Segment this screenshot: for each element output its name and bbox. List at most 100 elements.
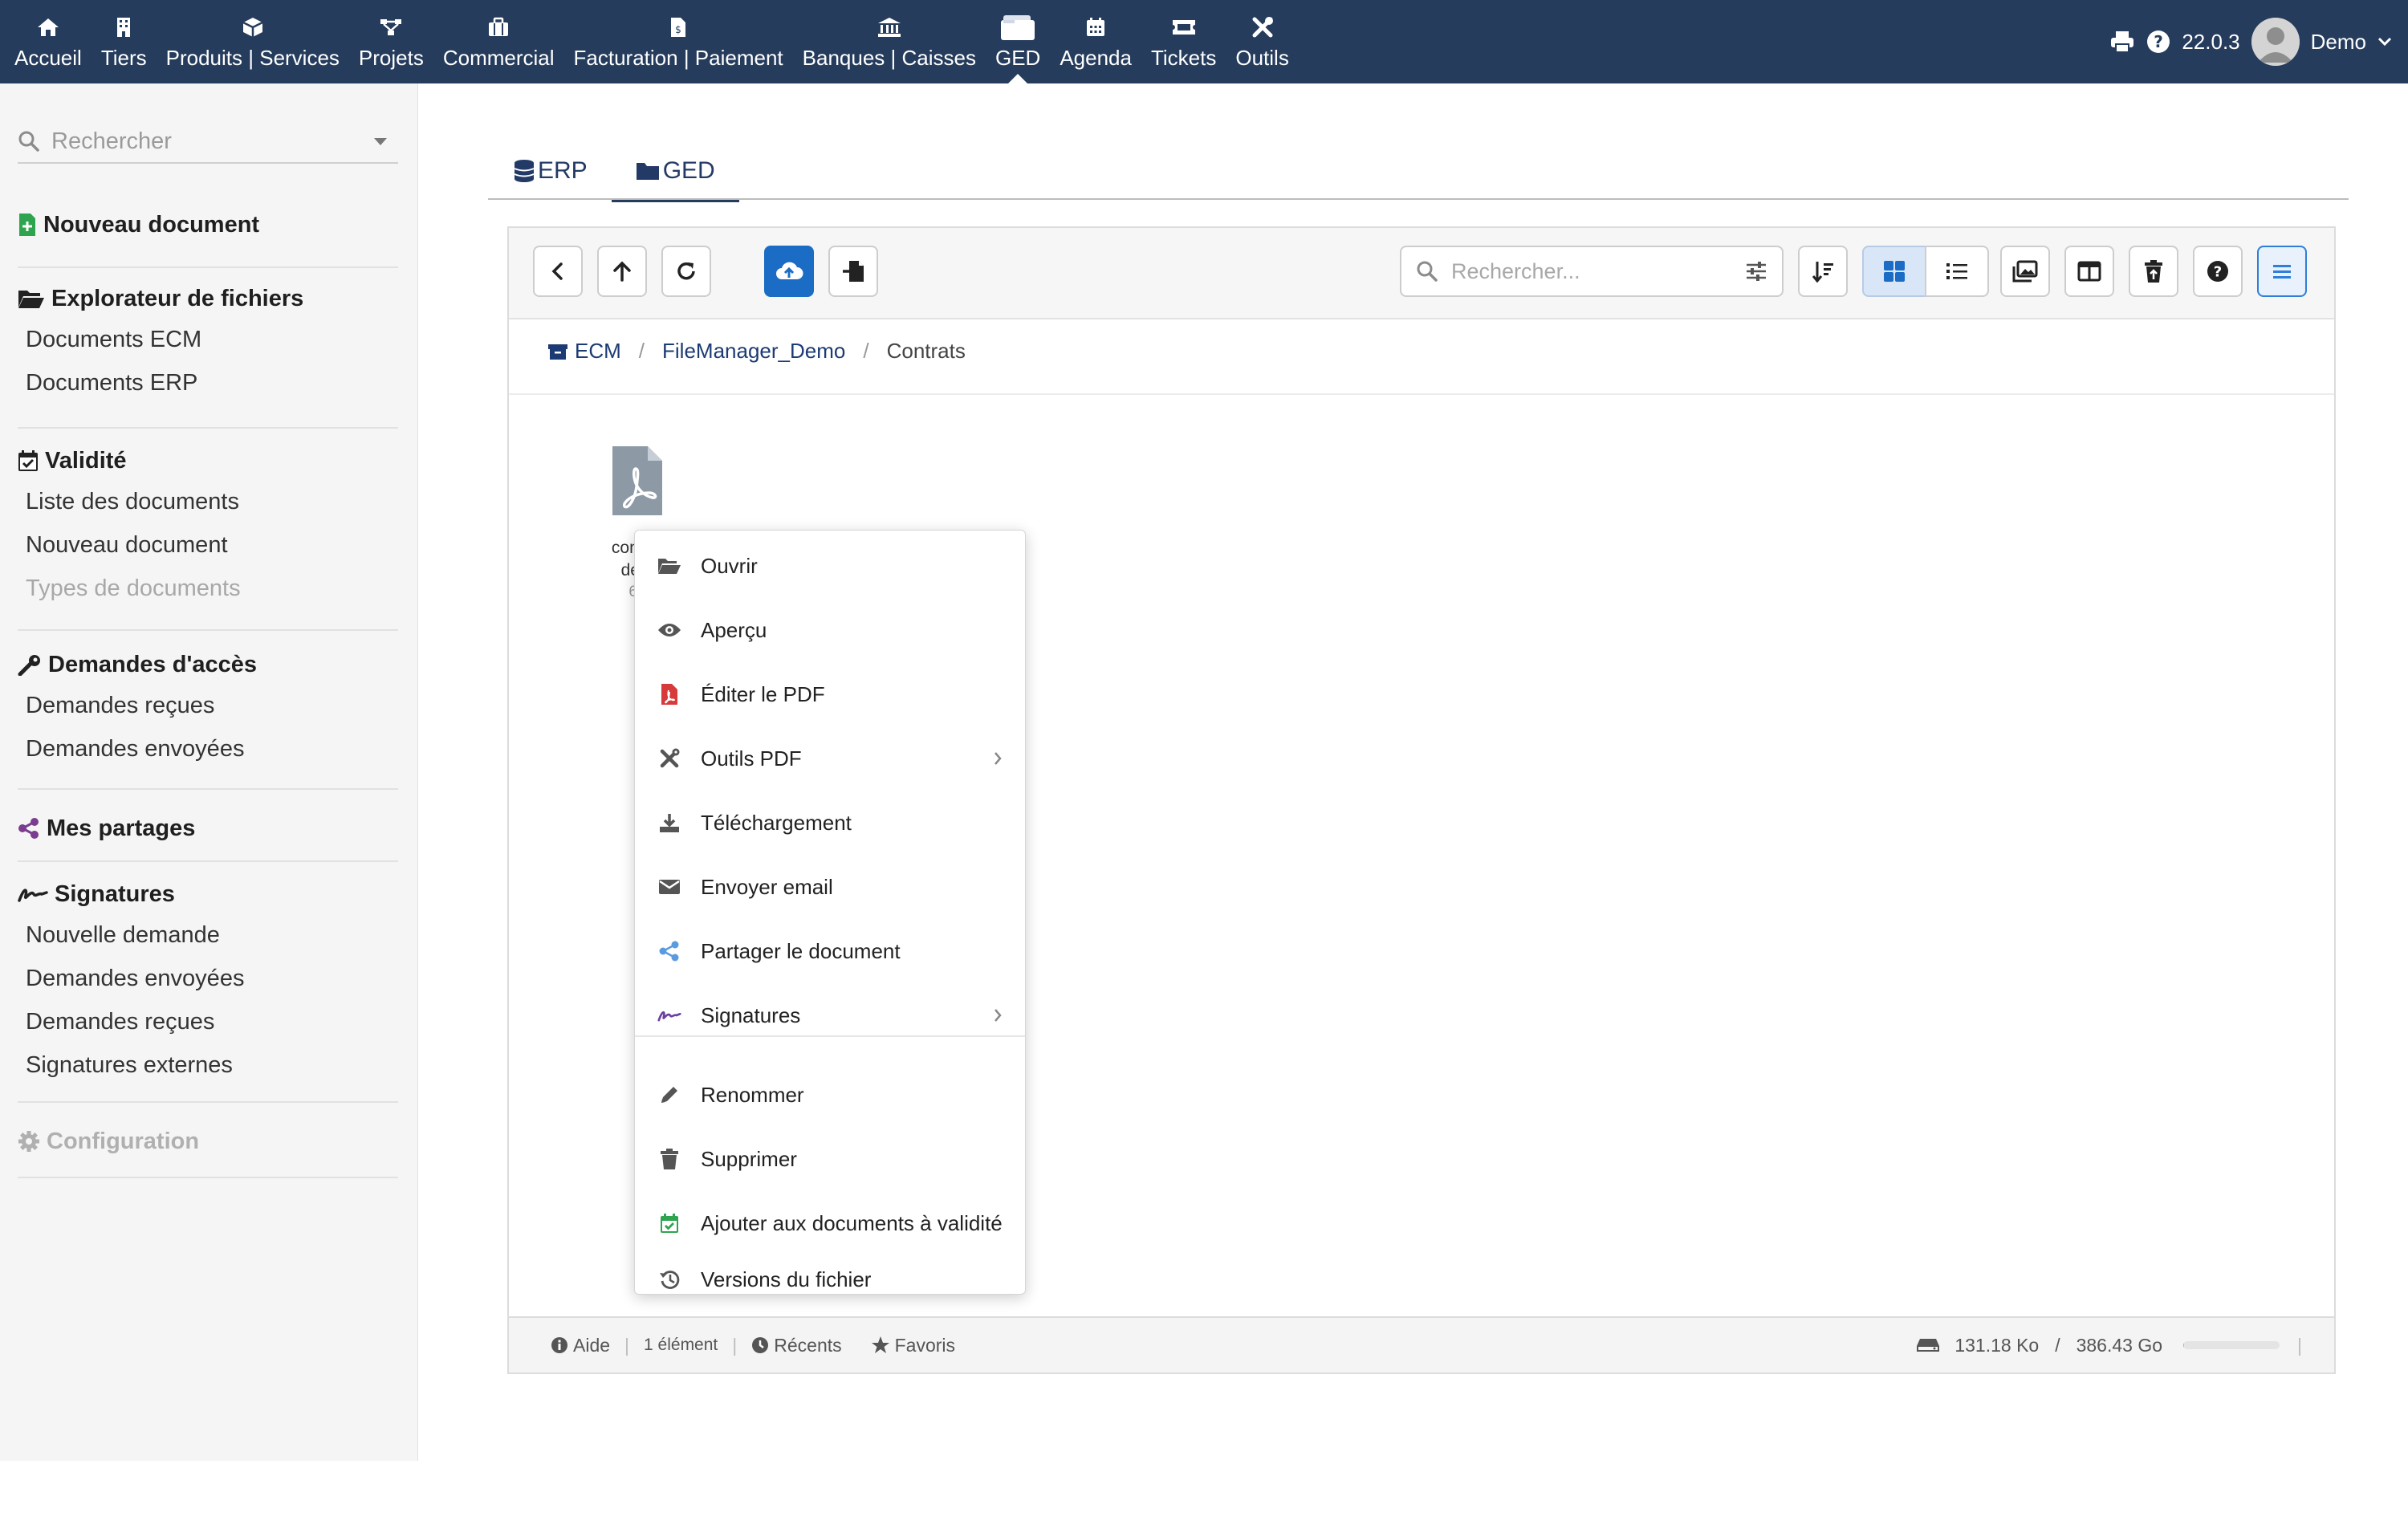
import-button[interactable] xyxy=(828,246,878,297)
list-icon xyxy=(1945,261,1969,282)
archive-icon xyxy=(547,343,568,360)
list-view-button[interactable] xyxy=(1925,246,1989,297)
download-icon xyxy=(657,812,681,833)
sidebar-heading-access[interactable]: Demandes d'accès xyxy=(18,645,398,684)
thumbnails-button[interactable] xyxy=(2000,246,2050,297)
sidebar-heading-signatures[interactable]: Signatures xyxy=(18,875,398,913)
menu-item-ajouter-validite[interactable]: Ajouter aux documents à validité xyxy=(635,1199,1025,1247)
info-icon xyxy=(551,1336,568,1354)
sidebar-item-demandes-envoyees[interactable]: Demandes envoyées xyxy=(18,727,398,771)
menu-item-supprimer[interactable]: Supprimer xyxy=(635,1135,1025,1183)
upload-button[interactable] xyxy=(764,246,814,297)
menu-item-ouvrir[interactable]: Ouvrir xyxy=(635,542,1025,590)
favorites-link[interactable]: Favoris xyxy=(871,1335,955,1356)
tab-erp[interactable]: ERP xyxy=(490,144,612,197)
parent-folder-button[interactable] xyxy=(597,246,647,297)
grid-view-button[interactable] xyxy=(1862,246,1926,297)
menu-item-label: Renommer xyxy=(701,1082,804,1107)
tab-ged[interactable]: GED xyxy=(611,144,739,202)
menu-tiers[interactable]: Tiers xyxy=(92,0,157,83)
ticket-icon xyxy=(1171,14,1197,41)
sidebar-heading-explorer[interactable]: Explorateur de fichiers xyxy=(18,279,398,318)
menu-button[interactable] xyxy=(2257,246,2307,297)
sidebar-item-nouveau-document[interactable]: Nouveau document xyxy=(18,523,398,567)
user-name[interactable]: Demo xyxy=(2311,30,2366,55)
breadcrumb-separator: / xyxy=(863,339,869,363)
menu-ged[interactable]: GED xyxy=(986,0,1050,83)
menu-item-envoyer-email[interactable]: Envoyer email xyxy=(635,863,1025,911)
menu-agenda[interactable]: Agenda xyxy=(1050,0,1141,83)
refresh-button[interactable] xyxy=(661,246,711,297)
file-search[interactable] xyxy=(1400,246,1784,297)
preview-pane-button[interactable] xyxy=(2064,246,2114,297)
sidebar-item-types-documents[interactable]: Types de documents xyxy=(18,567,398,610)
menu-commercial[interactable]: Commercial xyxy=(433,0,564,83)
menu-item-renommer[interactable]: Renommer xyxy=(635,1071,1025,1119)
sidebar-item-signature-demandes-envoyees[interactable]: Demandes envoyées xyxy=(18,957,398,1000)
pencil-icon xyxy=(657,1084,681,1105)
sidebar-item-new-document[interactable]: Nouveau document xyxy=(18,205,398,244)
sidebar-item-documents-erp[interactable]: Documents ERP xyxy=(18,361,398,405)
recent-link[interactable]: Récents xyxy=(751,1334,842,1356)
menu-item-apercu[interactable]: Aperçu xyxy=(635,606,1025,654)
menu-produits-services[interactable]: Produits | Services xyxy=(157,0,349,83)
print-icon[interactable] xyxy=(2109,30,2135,54)
recent-label: Récents xyxy=(774,1334,842,1356)
sliders-icon[interactable] xyxy=(1745,261,1767,282)
menu-label: Outils xyxy=(1235,45,1289,70)
tab-label: ERP xyxy=(538,157,588,184)
menu-label: Facturation | Paiement xyxy=(573,45,783,70)
pdf-file-icon xyxy=(609,445,665,517)
trash-restore-icon xyxy=(2143,259,2164,283)
sidebar-heading-validity[interactable]: Validité xyxy=(18,441,398,480)
menu-outils[interactable]: Outils xyxy=(1226,0,1298,83)
sidebar-section-explorer: Explorateur de fichiers Documents ECM Do… xyxy=(18,279,398,429)
sidebar-section-signatures: Signatures Nouvelle demande Demandes env… xyxy=(18,875,398,1103)
menu-label: Banques | Caisses xyxy=(802,45,976,70)
sidebar-item-liste-documents[interactable]: Liste des documents xyxy=(18,480,398,523)
help-button[interactable]: ? xyxy=(2193,246,2243,297)
breadcrumb-root[interactable]: ECM xyxy=(547,339,621,364)
help-icon[interactable]: ? xyxy=(2146,30,2170,54)
help-link[interactable]: Aide xyxy=(551,1335,610,1356)
menu-item-outils-pdf[interactable]: Outils PDF xyxy=(635,734,1025,783)
menu-label: Agenda xyxy=(1060,45,1132,70)
menu-item-signatures[interactable]: Signatures xyxy=(635,991,1025,1039)
gear-icon xyxy=(18,1130,40,1153)
avatar[interactable] xyxy=(2251,18,2300,66)
storage-separator: / xyxy=(2055,1334,2060,1356)
sidebar-item-signature-demandes-recues[interactable]: Demandes reçues xyxy=(18,1000,398,1043)
menu-item-editer-pdf[interactable]: Éditer le PDF xyxy=(635,670,1025,718)
menu-facturation-paiement[interactable]: $ Facturation | Paiement xyxy=(564,0,793,83)
chevron-down-icon[interactable] xyxy=(2377,37,2392,47)
file-import-icon xyxy=(841,259,865,283)
menu-item-partager[interactable]: Partager le document xyxy=(635,927,1025,975)
back-button[interactable] xyxy=(533,246,583,297)
svg-text:$: $ xyxy=(675,24,681,35)
cube-icon xyxy=(242,14,264,41)
menu-tickets[interactable]: Tickets xyxy=(1141,0,1226,83)
sidebar-item-signatures-externes[interactable]: Signatures externes xyxy=(18,1043,398,1087)
breadcrumb-folder[interactable]: FileManager_Demo xyxy=(662,339,845,364)
sidebar-heading-shares[interactable]: Mes partages xyxy=(18,809,398,848)
file-search-input[interactable] xyxy=(1450,258,1726,285)
menu-item-versions[interactable]: Versions du fichier xyxy=(635,1263,1025,1295)
sidebar-search[interactable]: Rechercher xyxy=(18,120,398,164)
sidebar-item-demandes-recues[interactable]: Demandes reçues xyxy=(18,684,398,727)
sidebar-heading-configuration[interactable]: Configuration xyxy=(18,1122,398,1161)
menu-accueil[interactable]: Accueil xyxy=(5,0,92,83)
sort-button[interactable] xyxy=(1798,246,1848,297)
caret-down-icon[interactable] xyxy=(374,138,387,145)
trash-button[interactable] xyxy=(2129,246,2178,297)
sidebar-item-nouvelle-demande[interactable]: Nouvelle demande xyxy=(18,913,398,957)
invoice-icon: $ xyxy=(669,14,687,41)
menu-projets[interactable]: Projets xyxy=(349,0,433,83)
menu-item-label: Aperçu xyxy=(701,617,767,642)
context-menu: Ouvrir Aperçu Éditer le PDF Outils PDF T… xyxy=(634,530,1026,1295)
menu-item-telechargement[interactable]: Téléchargement xyxy=(635,799,1025,847)
menu-banques-caisses[interactable]: Banques | Caisses xyxy=(793,0,986,83)
top-navigation-bar: Accueil Tiers Produits | Services Projet… xyxy=(0,0,2408,83)
sidebar-item-documents-ecm[interactable]: Documents ECM xyxy=(18,318,398,361)
sidebar-section-shares: Mes partages xyxy=(18,803,398,862)
tabs-divider xyxy=(488,198,2349,200)
